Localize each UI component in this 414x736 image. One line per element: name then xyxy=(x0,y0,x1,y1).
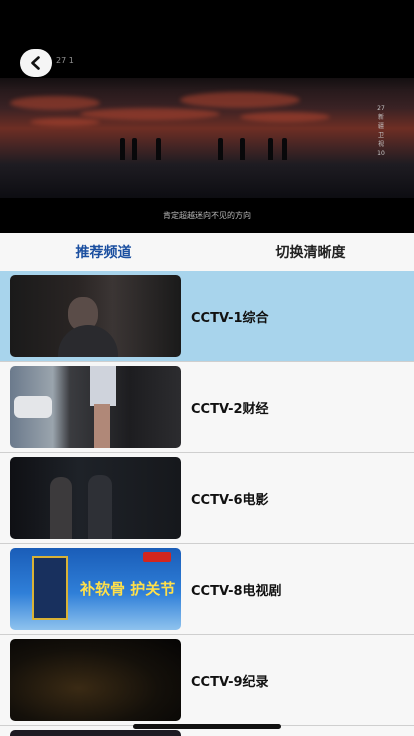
channel-row-cctv6[interactable]: CCTV-6电影 xyxy=(0,453,414,544)
channel-list: CCTV-1综合 CCTV-2财经 CCTV-6电影 补软骨 护关节 CCTV-… xyxy=(0,271,414,736)
back-button[interactable] xyxy=(20,49,52,77)
tab-bar: 推荐频道 切换清晰度 xyxy=(0,233,414,271)
channel-row-cctv9[interactable]: CCTV-9纪录 xyxy=(0,635,414,726)
channel-thumbnail xyxy=(10,366,181,448)
chevron-left-icon xyxy=(31,56,40,70)
video-subtitle: 肯定超越迷向不见的方向 xyxy=(163,211,251,220)
tab-recommended-channels[interactable]: 推荐频道 xyxy=(0,233,207,271)
video-frame xyxy=(0,78,414,198)
channel-label: CCTV-8电视剧 xyxy=(191,583,282,599)
channel-thumbnail xyxy=(10,639,181,721)
video-player[interactable]: 27 1 27 新 疆 卫 视 10 肯定超越迷向不见的方向 xyxy=(0,0,414,233)
channel-label: CCTV-1综合 xyxy=(191,310,269,326)
channel-thumbnail xyxy=(10,730,181,736)
channel-label: CCTV-2财经 xyxy=(191,401,269,417)
channel-watermark: 27 新 疆 卫 视 10 xyxy=(377,105,385,157)
channel-thumbnail: 补软骨 护关节 xyxy=(10,548,181,630)
player-top-shade xyxy=(0,0,414,90)
channel-row-cctv1[interactable]: CCTV-1综合 xyxy=(0,271,414,362)
tab-switch-quality[interactable]: 切换清晰度 xyxy=(207,233,414,271)
home-indicator[interactable] xyxy=(133,724,281,729)
channel-label: CCTV-9纪录 xyxy=(191,674,269,690)
channel-thumbnail xyxy=(10,457,181,539)
channel-row-cctv8[interactable]: 补软骨 护关节 CCTV-8电视剧 xyxy=(0,544,414,635)
thumbnail-ad-text: 补软骨 护关节 xyxy=(80,580,176,598)
channel-row-cctv2[interactable]: CCTV-2财经 xyxy=(0,362,414,453)
channel-thumbnail xyxy=(10,275,181,357)
channel-logo: 27 1 xyxy=(56,56,74,65)
channel-label: CCTV-6电影 xyxy=(191,492,269,508)
